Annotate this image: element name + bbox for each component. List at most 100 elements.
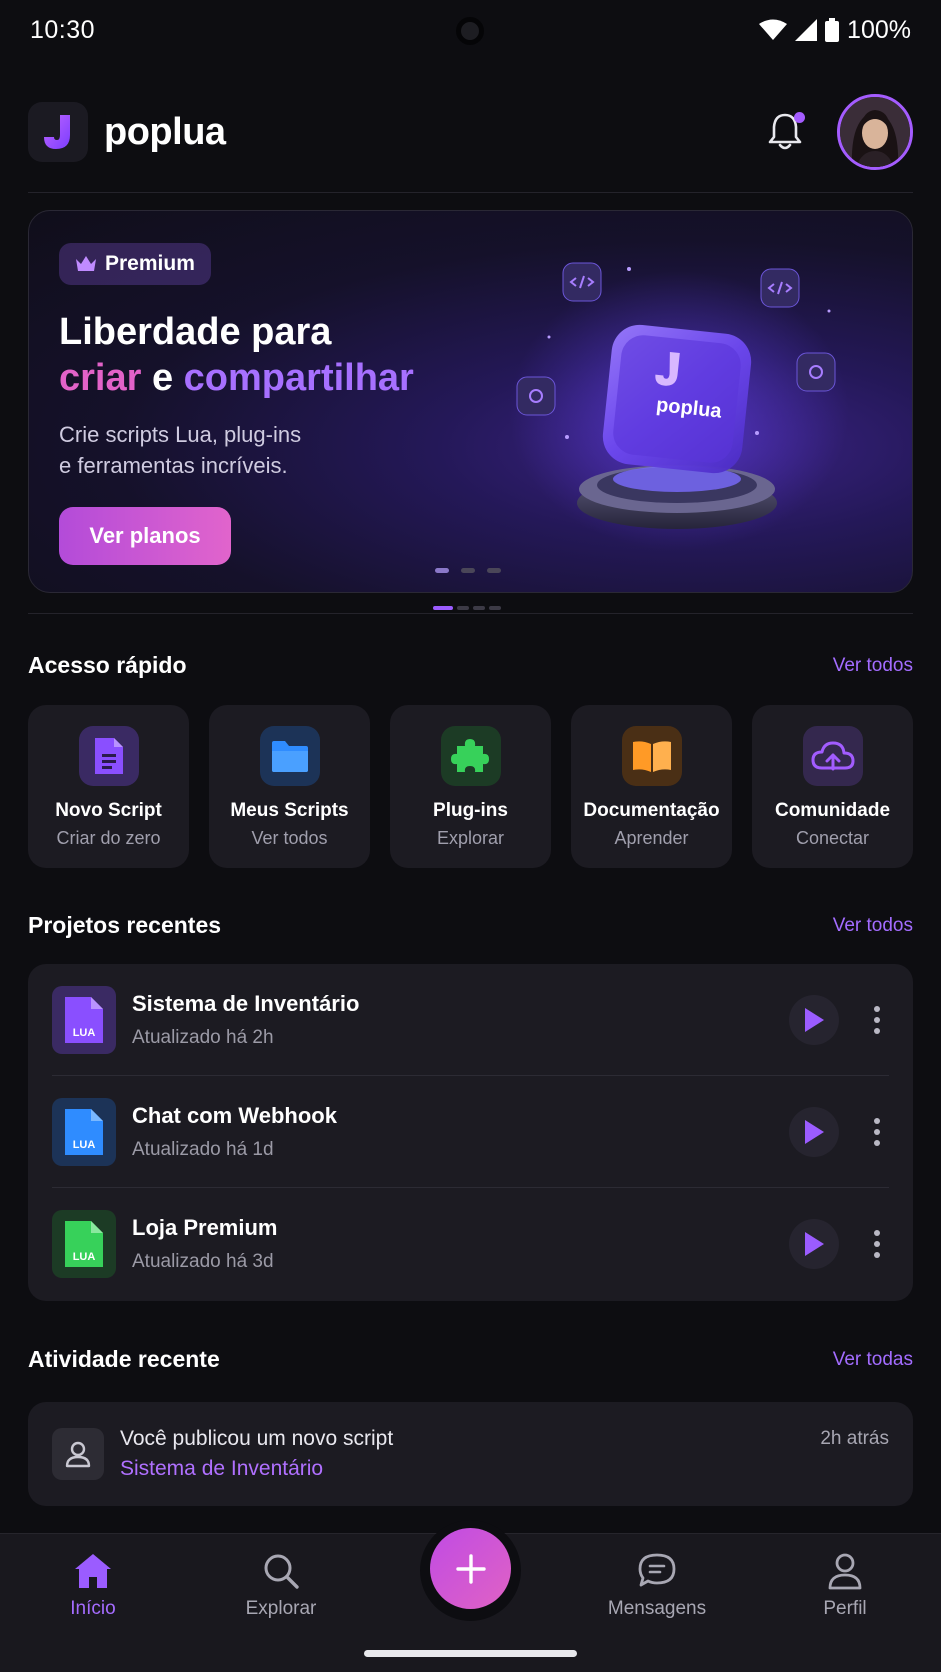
- status-time: 10:30: [30, 15, 96, 44]
- recent-projects-title: Projetos recentes: [28, 912, 222, 938]
- more-options-icon[interactable]: [867, 1000, 887, 1040]
- recent-activity-see-all[interactable]: Ver todas: [833, 1349, 913, 1371]
- cloud-icon: [802, 726, 863, 786]
- user-icon: [52, 1428, 104, 1480]
- nav-explore[interactable]: Explorar: [211, 1552, 351, 1620]
- quick-access-list: Novo Script Criar do zero Meus Scripts V…: [28, 705, 913, 868]
- play-icon: [805, 1007, 824, 1032]
- plus-icon: [455, 1553, 486, 1584]
- app-header: poplua: [28, 92, 913, 172]
- notifications-button[interactable]: [763, 110, 807, 154]
- project-info: Sistema de Inventário Atualizado há 2h: [132, 991, 789, 1049]
- notification-dot: [794, 112, 805, 123]
- recent-projects-header: Projetos recentes Ver todos: [28, 912, 913, 939]
- run-project-button[interactable]: [789, 994, 839, 1045]
- recent-projects-see-all[interactable]: Ver todos: [833, 915, 913, 937]
- document-icon: [78, 726, 139, 786]
- lua-file-icon: LUA: [52, 1210, 116, 1278]
- banner-title: Liberdade para criar e compartilhar: [59, 309, 414, 401]
- recent-projects-list: LUA Sistema de Inventário Atualizado há …: [28, 964, 913, 1301]
- activity-item[interactable]: Você publicou um novo script Sistema de …: [28, 1402, 913, 1506]
- banner-slide-dots: [435, 568, 501, 573]
- quick-item-title: Meus Scripts: [230, 800, 349, 821]
- project-updated: Atualizado há 2h: [132, 1026, 274, 1048]
- lua-file-icon: LUA: [52, 985, 116, 1054]
- crown-icon: [76, 256, 96, 271]
- slide-dot[interactable]: [435, 568, 449, 573]
- battery-icon: [825, 18, 840, 42]
- banner-title-word2: compartilhar: [183, 357, 414, 399]
- quick-item-title: Plug-ins: [433, 800, 508, 821]
- project-name: Chat com Webhook: [132, 1102, 337, 1128]
- create-button[interactable]: [430, 1528, 511, 1609]
- quick-item-subtitle: Conectar: [795, 828, 870, 848]
- puzzle-icon: [440, 726, 501, 786]
- book-icon: [621, 726, 682, 786]
- slide-dot[interactable]: [487, 568, 501, 573]
- slide-dot[interactable]: [461, 568, 475, 573]
- activity-text: Você publicou um novo script: [120, 1427, 394, 1450]
- quick-item-subtitle: Ver todos: [251, 828, 328, 848]
- more-options-icon[interactable]: [867, 1112, 887, 1152]
- activity-time: 2h atrás: [820, 1428, 889, 1449]
- activity-info: Você publicou um novo script Sistema de …: [120, 1427, 820, 1481]
- quick-my-scripts[interactable]: Meus Scripts Ver todos: [209, 705, 370, 868]
- quick-item-subtitle: Explorar: [436, 828, 505, 848]
- home-indicator: [364, 1650, 577, 1657]
- quick-item-title: Comunidade: [774, 800, 891, 821]
- run-project-button[interactable]: [789, 1106, 839, 1157]
- nav-home[interactable]: Início: [23, 1552, 163, 1620]
- project-row[interactable]: LUA Chat com Webhook Atualizado há 1d: [52, 1076, 889, 1188]
- search-icon: [264, 1554, 299, 1589]
- hero-illustration: poplua: [509, 262, 849, 551]
- play-icon: [805, 1119, 824, 1144]
- quick-access-see-all[interactable]: Ver todos: [833, 655, 913, 677]
- app-name: poplua: [104, 110, 226, 153]
- app-logo-icon: [28, 102, 88, 162]
- recent-activity-header: Atividade recente Ver todas: [28, 1346, 913, 1373]
- file-type-label: LUA: [73, 1139, 96, 1151]
- project-info: Chat com Webhook Atualizado há 1d: [132, 1103, 789, 1161]
- project-row[interactable]: LUA Loja Premium Atualizado há 3d: [52, 1188, 889, 1300]
- banner-description: Crie scripts Lua, plug-ins e ferramentas…: [59, 419, 301, 481]
- nav-label: Explorar: [245, 1598, 317, 1619]
- camera-cutout: [456, 17, 484, 45]
- bottom-navigation: Início Explorar Mensagens Perfil: [0, 1520, 941, 1672]
- quick-plugins[interactable]: Plug-ins Explorar: [390, 705, 551, 868]
- quick-item-title: Novo Script: [55, 800, 162, 821]
- quick-item-subtitle: Aprender: [614, 828, 689, 848]
- message-icon: [638, 1553, 676, 1587]
- banner-description-line2: e ferramentas incríveis.: [59, 453, 288, 478]
- see-plans-button[interactable]: Ver planos: [59, 507, 231, 565]
- avatar[interactable]: [837, 94, 913, 170]
- premium-banner[interactable]: Premium Liberdade para criar e compartil…: [28, 210, 913, 593]
- file-type-label: LUA: [73, 1027, 96, 1039]
- run-project-button[interactable]: [789, 1219, 839, 1269]
- quick-community[interactable]: Comunidade Conectar: [752, 705, 913, 868]
- activity-link[interactable]: Sistema de Inventário: [120, 1457, 820, 1481]
- project-updated: Atualizado há 3d: [132, 1251, 274, 1272]
- play-icon: [805, 1232, 824, 1256]
- quick-access-header: Acesso rápido Ver todos: [28, 652, 913, 679]
- nav-label: Início: [70, 1598, 116, 1619]
- header-divider: [28, 192, 913, 193]
- nav-label: Perfil: [823, 1598, 867, 1619]
- lua-file-icon: LUA: [52, 1097, 116, 1166]
- battery-percent: 100%: [847, 15, 911, 44]
- project-name: Sistema de Inventário: [132, 990, 360, 1016]
- quick-new-script[interactable]: Novo Script Criar do zero: [28, 705, 189, 868]
- quick-documentation[interactable]: Documentação Aprender: [571, 705, 732, 868]
- wifi-icon: [759, 19, 788, 40]
- project-updated: Atualizado há 1d: [132, 1138, 274, 1160]
- project-row[interactable]: LUA Sistema de Inventário Atualizado há …: [52, 964, 889, 1076]
- banner-title-joiner: e: [151, 357, 174, 399]
- project-name: Loja Premium: [132, 1215, 278, 1240]
- nav-profile[interactable]: Perfil: [775, 1552, 915, 1620]
- banner-title-line1: Liberdade para: [59, 311, 332, 353]
- signal-icon: [795, 19, 818, 41]
- banner-title-line2: criar e compartilhar: [59, 355, 414, 401]
- quick-item-title: Documentação: [583, 800, 720, 821]
- nav-messages[interactable]: Mensagens: [587, 1552, 727, 1620]
- status-icons: 100%: [759, 16, 911, 45]
- more-options-icon[interactable]: [867, 1224, 887, 1264]
